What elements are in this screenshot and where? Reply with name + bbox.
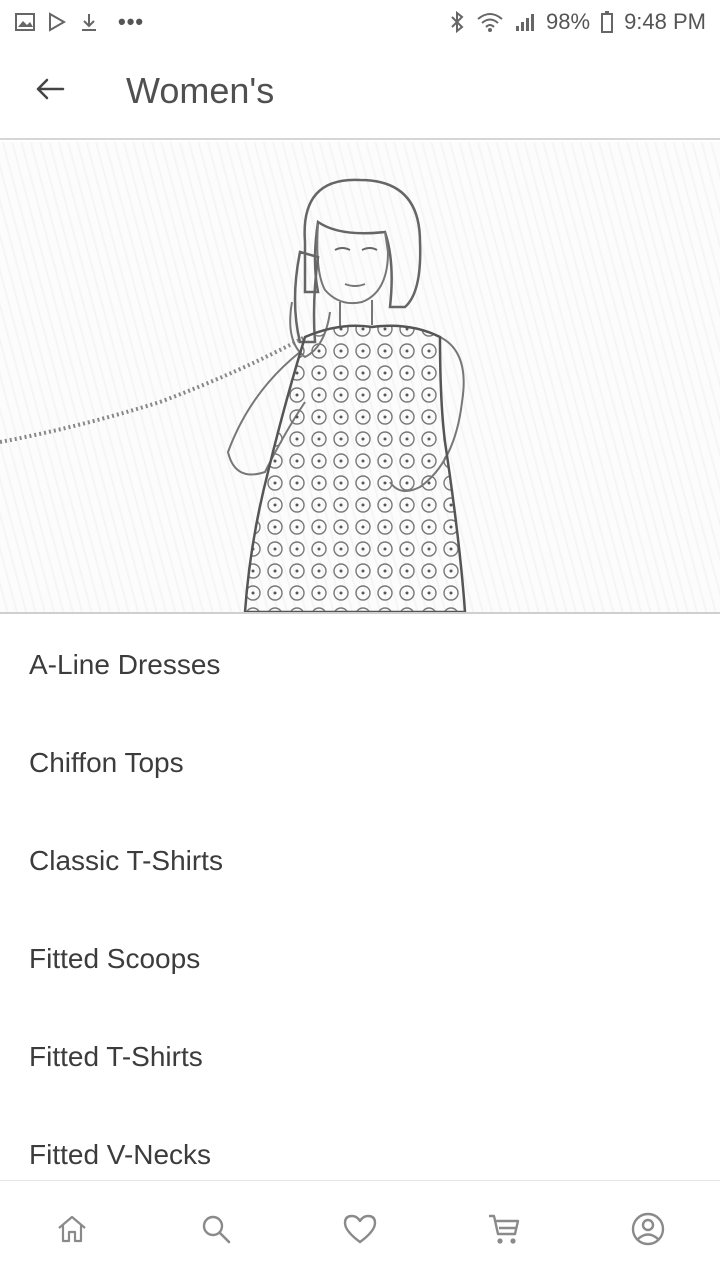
list-item[interactable]: Fitted V-Necks: [0, 1106, 720, 1180]
cart-icon: [485, 1210, 523, 1253]
list-item[interactable]: Fitted T-Shirts: [0, 1008, 720, 1106]
signal-icon: [514, 11, 536, 33]
battery-percent: 98%: [546, 9, 591, 34]
back-button[interactable]: [0, 43, 100, 139]
list-item[interactable]: Fitted Scoops: [0, 910, 720, 1008]
image-icon: [14, 11, 36, 33]
arrow-left-icon: [33, 72, 67, 111]
category-list: A-Line Dresses Chiffon Tops Classic T-Sh…: [0, 616, 720, 1180]
bottom-nav: [0, 1180, 720, 1280]
app-bar: Women's: [0, 44, 720, 140]
status-left-icons: •••: [14, 9, 144, 35]
list-item[interactable]: Classic T-Shirts: [0, 812, 720, 910]
download-icon: [78, 11, 100, 33]
bluetooth-icon: [448, 10, 466, 34]
nav-search-button[interactable]: [176, 1191, 256, 1271]
play-store-icon: [46, 11, 68, 33]
account-icon: [629, 1210, 667, 1253]
wifi-icon: [476, 11, 504, 33]
nav-cart-button[interactable]: [464, 1191, 544, 1271]
heart-icon: [341, 1211, 379, 1252]
status-right-icons: 98% 9:48 PM: [448, 9, 706, 35]
battery-icon: [600, 10, 614, 34]
page-title: Women's: [126, 70, 275, 111]
status-bar: ••• 98% 9:48 PM: [0, 0, 720, 44]
nav-home-button[interactable]: [32, 1191, 112, 1271]
nav-account-button[interactable]: [608, 1191, 688, 1271]
home-icon: [54, 1211, 90, 1252]
more-dots-icon: •••: [118, 9, 145, 34]
clock: 9:48 PM: [624, 9, 706, 34]
woman-on-phone-illustration: [0, 142, 720, 612]
search-icon: [198, 1211, 234, 1252]
nav-favorites-button[interactable]: [320, 1191, 400, 1271]
list-item[interactable]: Chiffon Tops: [0, 714, 720, 812]
screen: ••• 98% 9:48 PM Women's A-Line Dresses C…: [0, 0, 720, 1280]
hero-banner: [0, 142, 720, 614]
list-item[interactable]: A-Line Dresses: [0, 616, 720, 714]
